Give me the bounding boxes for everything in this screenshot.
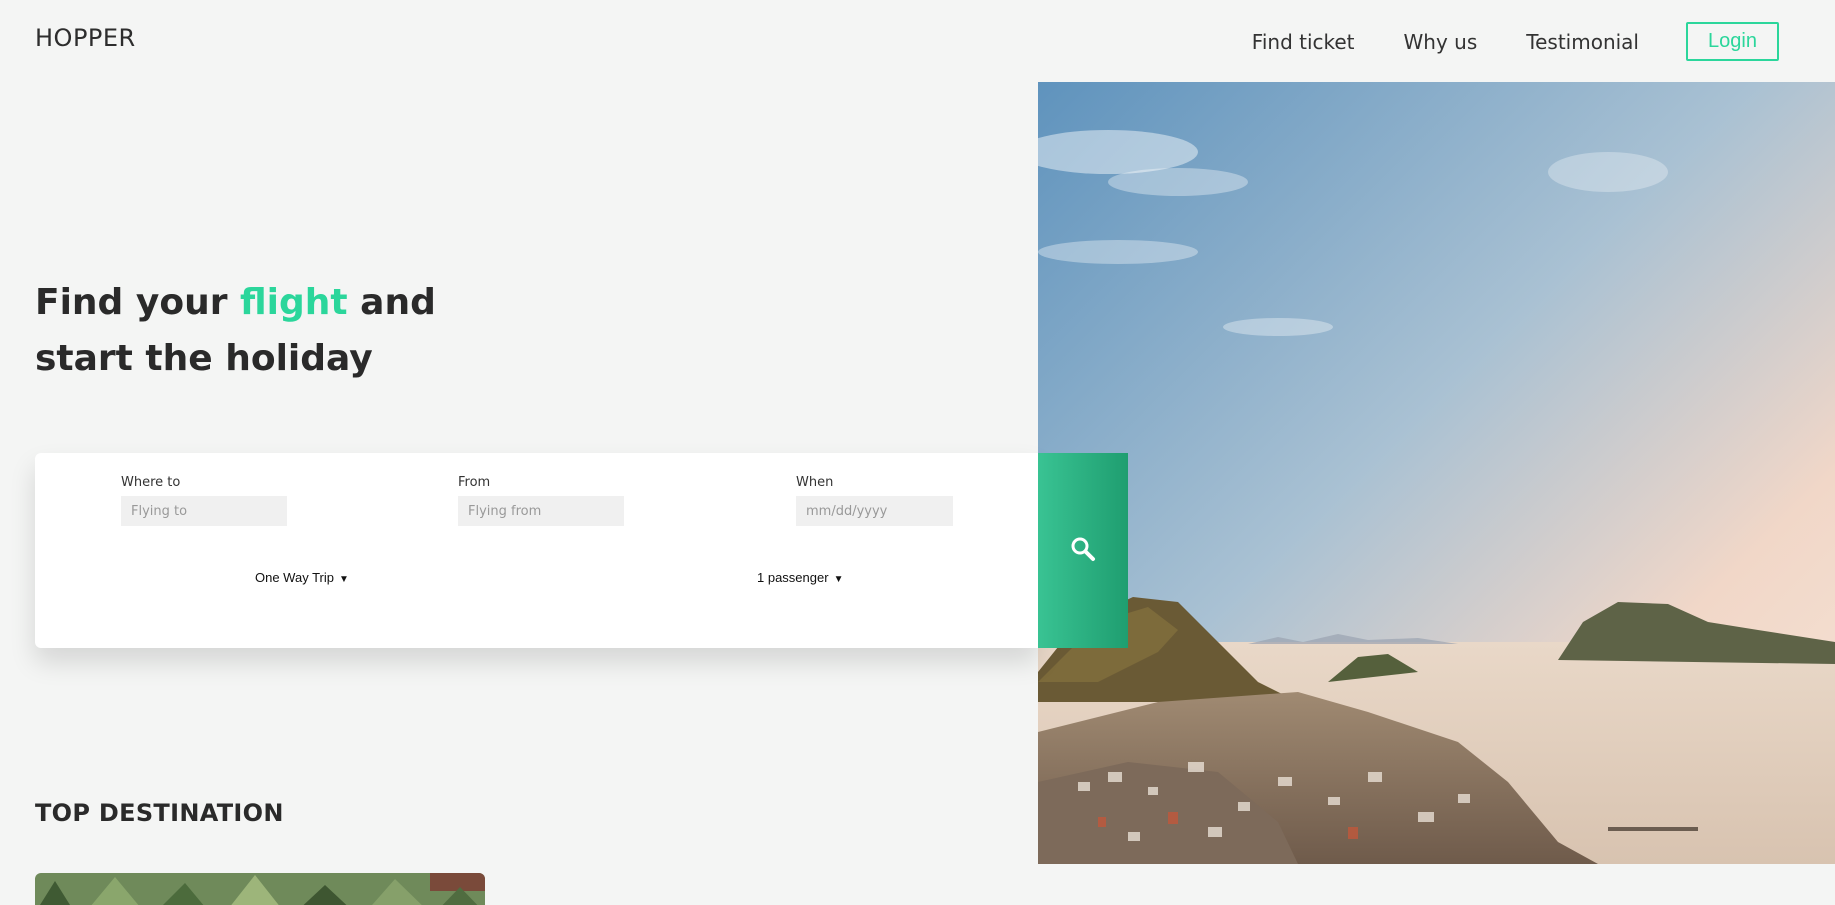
nav-link-find-ticket[interactable]: Find ticket <box>1252 30 1355 54</box>
login-button[interactable]: Login <box>1686 22 1779 61</box>
caret-down-icon: ▼ <box>338 574 349 585</box>
date-input[interactable] <box>796 496 953 526</box>
headline-accent: flight <box>239 282 348 323</box>
hero-image <box>1038 82 1835 864</box>
when-field: When <box>796 475 953 526</box>
destination-card[interactable] <box>35 873 485 905</box>
search-button[interactable] <box>1038 453 1128 648</box>
flight-search-form: Where to From When One Way Trip ▼ 1 passe… <box>35 453 1038 648</box>
headline-start: Find your <box>35 282 240 323</box>
search-icon <box>1070 536 1096 566</box>
when-label: When <box>796 475 834 490</box>
where-to-label: Where to <box>121 475 181 490</box>
logo[interactable]: HOPPER <box>35 24 136 52</box>
where-to-field: Where to <box>121 475 287 526</box>
caret-down-icon: ▼ <box>833 574 844 585</box>
nav-link-testimonial[interactable]: Testimonial <box>1526 30 1639 54</box>
hero-headline: Find your flight and start the holiday <box>35 275 505 387</box>
top-nav: Find ticket Why us Testimonial Login <box>1203 22 1779 61</box>
passenger-value: 1 passenger <box>757 570 829 585</box>
flying-to-input[interactable] <box>121 496 287 526</box>
trip-type-select[interactable]: One Way Trip ▼ <box>255 570 349 585</box>
top-destination-title: TOP DESTINATION <box>35 799 284 827</box>
passenger-select[interactable]: 1 passenger ▼ <box>757 570 843 585</box>
from-label: From <box>458 475 491 490</box>
from-field: From <box>458 475 624 526</box>
nav-link-why-us[interactable]: Why us <box>1404 30 1478 54</box>
page: HOPPER Find ticket Why us Testimonial Lo… <box>0 0 1835 905</box>
flying-from-input[interactable] <box>458 496 624 526</box>
trip-type-value: One Way Trip <box>255 570 334 585</box>
